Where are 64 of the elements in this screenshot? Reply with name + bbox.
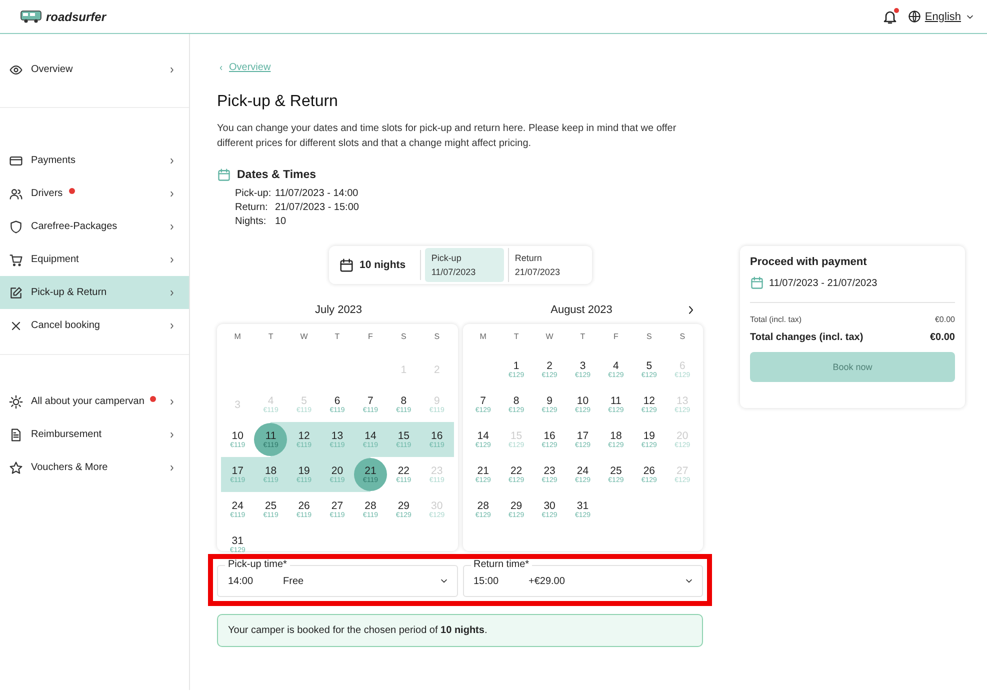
info-banner: Your camper is booked for the chosen period of 10 nights. [217, 614, 703, 647]
date-tab[interactable]: Return 21/07/2023 [508, 248, 588, 282]
cart-icon [9, 252, 23, 266]
date-range: 11/07/2023 - 21/07/2023 [769, 278, 878, 288]
page-title: Pick-up & Return [217, 93, 339, 111]
eye-icon [9, 62, 23, 76]
detail-value: 21/07/2023 - 15:00 [275, 202, 359, 213]
section-heading: Dates & Times [237, 169, 316, 181]
detail-label: Return: [235, 202, 269, 213]
detail-label: Nights: [235, 216, 268, 227]
credit-card-icon [9, 154, 23, 168]
sidebar-item[interactable]: Overview [0, 53, 189, 86]
nights-count: 10 nights [360, 259, 406, 271]
sun-icon [9, 394, 23, 408]
weekday-label: F [614, 332, 618, 341]
sidebar-item[interactable]: Reimbursement [0, 418, 189, 451]
campervan-icon [20, 10, 42, 23]
globe-icon [908, 10, 921, 23]
total-value: €0.00 [934, 315, 955, 324]
people-icon [9, 186, 23, 200]
weekday-label: M [480, 332, 486, 341]
sidebar-item[interactable]: Drivers [0, 177, 189, 210]
date-tab[interactable]: Pick-up 11/07/2023 [425, 248, 504, 282]
weekday-label: T [514, 332, 519, 341]
document-icon [9, 428, 23, 442]
sidebar-item[interactable]: Cancel booking [0, 309, 189, 342]
total-label: Total (incl. tax) [750, 315, 802, 324]
detail-value: 11/07/2023 - 14:00 [275, 188, 359, 199]
sidebar-item[interactable]: Pick-up & Return [0, 276, 189, 309]
detail-label: Pick-up: [235, 188, 272, 199]
sidebar-item[interactable]: Payments [0, 144, 189, 177]
card-title: Proceed with payment [750, 256, 868, 268]
shield-icon [9, 220, 23, 234]
detail-value: 10 [275, 216, 288, 227]
calendar-icon [217, 168, 231, 182]
calendar-icon [338, 258, 354, 272]
sidebar-item[interactable]: Vouchers & More [0, 451, 189, 484]
weekday-label: W [300, 332, 308, 341]
total-label: Total changes (incl. tax) [750, 332, 864, 343]
weekday-label: W [546, 332, 554, 341]
weekday-label: S [401, 332, 406, 341]
chevron-left-icon [217, 64, 225, 72]
sidebar-item[interactable]: Equipment [0, 243, 189, 276]
weekday-label: T [334, 332, 340, 341]
field-label: Pick-up time* [225, 559, 290, 571]
sidebar-item[interactable]: All about your campervan [0, 385, 189, 418]
sidebar-item[interactable]: Carefree-Packages [0, 210, 189, 243]
weekday-label: T [580, 332, 586, 341]
month-title: August 2023 [550, 304, 612, 316]
language-link[interactable]: English [924, 10, 961, 22]
weekday-label: M [234, 332, 241, 341]
intro-text: You can change your dates and time slots for pick-up and return here. Please keep in mind that we offer different prices for different slots and that a change might affect pricing. [217, 122, 678, 151]
weekday-label: S [646, 332, 652, 341]
calendar-icon [750, 276, 764, 290]
weekday-label: S [680, 332, 686, 341]
bell-icon [882, 8, 898, 24]
total-value: €0.00 [930, 332, 955, 343]
weekday-label: S [434, 332, 440, 341]
edit-icon [9, 286, 23, 300]
month-title: July 2023 [314, 304, 362, 316]
weekday-label: T [268, 332, 274, 341]
logo-wordmark[interactable]: roadsurfer [46, 10, 106, 24]
star-icon [9, 460, 23, 474]
weekday-label: F [368, 332, 373, 341]
